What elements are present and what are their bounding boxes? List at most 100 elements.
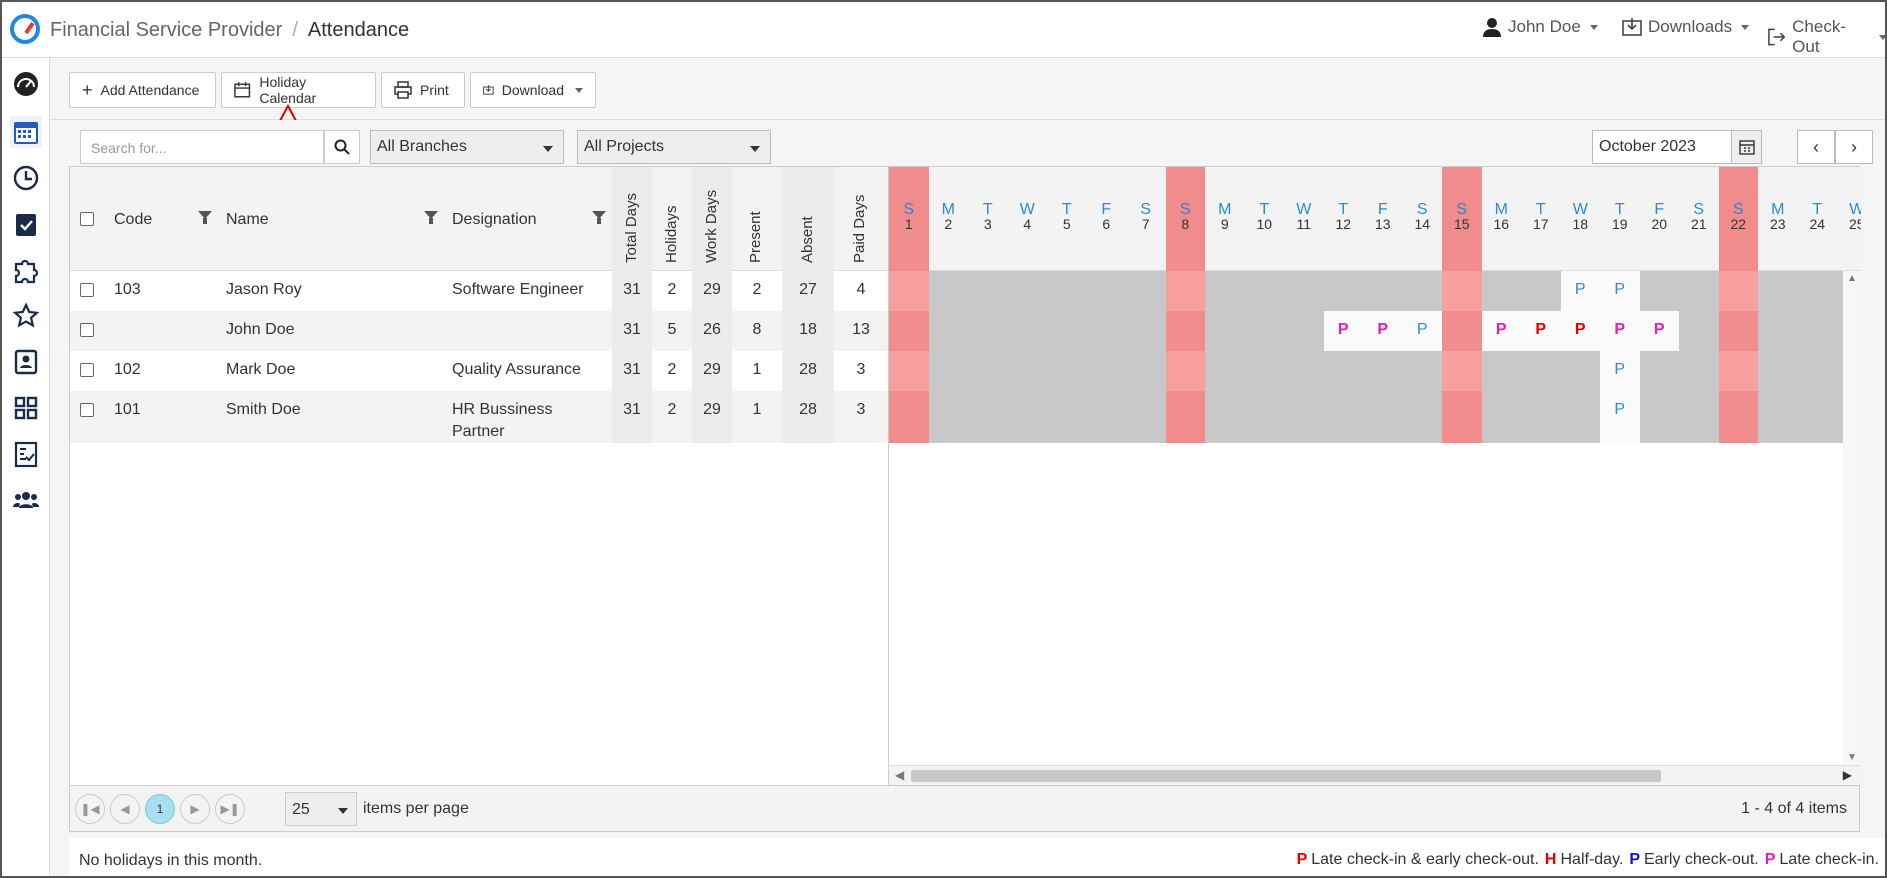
prev-month-button[interactable]: ‹	[1797, 130, 1835, 164]
day-cell[interactable]: P	[1600, 271, 1640, 311]
day-header-22[interactable]: S 22	[1718, 167, 1758, 271]
col-designation-header[interactable]: Designation	[452, 167, 612, 271]
day-header-1[interactable]: S1	[889, 167, 929, 271]
day-cell[interactable]: P	[1481, 311, 1521, 351]
day-header-2[interactable]: M2	[929, 167, 969, 271]
day-header-3[interactable]: T3	[968, 167, 1008, 271]
row-designation: Quality Assurance	[452, 361, 581, 378]
col-work-days-header[interactable]: Work Days	[692, 167, 732, 271]
col-paid-days-header[interactable]: Paid Days	[834, 167, 888, 271]
puzzle-icon[interactable]	[10, 254, 42, 286]
download-button[interactable]: Download	[470, 72, 596, 108]
next-month-button[interactable]: ›	[1835, 130, 1873, 164]
chevron-down-icon	[338, 808, 348, 814]
day-header-6[interactable]: F6	[1087, 167, 1127, 271]
day-cell[interactable]: P	[1639, 311, 1679, 351]
row-checkbox[interactable]	[80, 363, 94, 377]
col-code-header[interactable]: Code	[114, 167, 224, 271]
id-badge-icon[interactable]	[10, 346, 42, 378]
branches-select[interactable]: All Branches	[370, 130, 564, 164]
filter-icon[interactable]	[198, 211, 212, 224]
day-header-18[interactable]: W 18	[1561, 167, 1601, 271]
next-page-button[interactable]: ▶	[180, 794, 210, 824]
calendar-icon[interactable]	[10, 116, 42, 148]
day-cell[interactable]: P	[1600, 351, 1640, 391]
row-checkbox[interactable]	[80, 323, 94, 337]
scroll-up-icon[interactable]: ▲	[1847, 273, 1857, 284]
breadcrumb-app[interactable]: Financial Service Provider	[50, 19, 282, 41]
dashboard-icon[interactable]	[10, 68, 42, 100]
prev-page-button[interactable]: ◀	[110, 794, 140, 824]
task-check-icon[interactable]	[10, 208, 42, 240]
col-present-header[interactable]: Present	[732, 167, 782, 271]
table-row[interactable]: 103 Jason Roy Software Engineer 31 2 29 2 27 4	[70, 271, 888, 311]
day-header-17[interactable]: T 17	[1521, 167, 1561, 271]
filter-icon[interactable]	[592, 211, 606, 224]
day-header-23[interactable]: M 23	[1758, 167, 1798, 271]
page-button-current[interactable]: 1	[145, 794, 175, 824]
vertical-scrollbar[interactable]: ▲ ▼	[1843, 271, 1861, 765]
day-header-21[interactable]: S 21	[1679, 167, 1719, 271]
grid-apps-icon[interactable]	[10, 392, 42, 424]
day-header-12[interactable]: T 12	[1324, 167, 1364, 271]
day-header-25[interactable]: W25	[1837, 167, 1861, 271]
day-header-5[interactable]: T5	[1047, 167, 1087, 271]
day-header-7[interactable]: S7	[1126, 167, 1166, 271]
scroll-left-icon[interactable]: ◀	[895, 768, 904, 782]
table-row[interactable]: 101 Smith Doe HR Bussiness Partner 31 2 29 1 28…	[70, 391, 888, 443]
search-button[interactable]	[324, 130, 360, 164]
scrollbar-thumb[interactable]	[911, 770, 1661, 782]
first-page-button[interactable]: ❚◀	[75, 794, 105, 824]
table-row[interactable]: 102 Mark Doe Quality Assurance 31 2 29 1 28 3	[70, 351, 888, 391]
day-cell[interactable]: P	[1600, 311, 1640, 351]
checklist-icon[interactable]	[10, 438, 42, 470]
month-picker[interactable]: October 2023	[1592, 130, 1762, 164]
day-cell[interactable]: P	[1402, 311, 1442, 351]
clock-icon[interactable]	[10, 162, 42, 194]
col-name-header[interactable]: Name	[226, 167, 446, 271]
team-icon[interactable]	[10, 484, 42, 516]
app-logo-icon[interactable]	[10, 14, 40, 44]
calendar-picker-button[interactable]	[1731, 131, 1761, 163]
day-header-9[interactable]: M9	[1205, 167, 1245, 271]
user-menu[interactable]: John Doe	[1482, 17, 1598, 37]
day-header-16[interactable]: M 16	[1482, 167, 1522, 271]
add-attendance-button[interactable]: + Add Attendance	[69, 72, 216, 108]
col-holidays-header[interactable]: Holidays	[652, 167, 692, 271]
day-cell[interactable]: P	[1323, 311, 1363, 351]
day-cell[interactable]: P	[1521, 311, 1561, 351]
day-header-4[interactable]: W4	[1008, 167, 1048, 271]
search-input[interactable]: Search for...	[80, 130, 324, 164]
day-header-15[interactable]: S 15	[1442, 167, 1482, 271]
table-row[interactable]: John Doe 31 5 26 8 18 13	[70, 311, 888, 351]
row-checkbox[interactable]	[80, 403, 94, 417]
horizontal-scrollbar[interactable]: ◀ ▶	[889, 765, 1861, 785]
day-header-20[interactable]: F 20	[1640, 167, 1680, 271]
scroll-down-icon[interactable]: ▼	[1847, 752, 1857, 763]
filter-icon[interactable]	[424, 211, 438, 224]
day-cell[interactable]: P	[1560, 271, 1600, 311]
projects-select[interactable]: All Projects	[577, 130, 771, 164]
downloads-menu[interactable]: Downloads	[1622, 17, 1750, 37]
star-icon[interactable]	[10, 300, 42, 332]
scroll-right-icon[interactable]: ▶	[1843, 768, 1852, 782]
row-checkbox[interactable]	[80, 283, 94, 297]
last-page-button[interactable]: ▶❚	[215, 794, 245, 824]
day-cell[interactable]: P	[1363, 311, 1403, 351]
day-cell[interactable]: P	[1600, 391, 1640, 443]
day-header-24[interactable]: T 24	[1798, 167, 1838, 271]
print-button[interactable]: Print	[381, 72, 465, 108]
holiday-calendar-button[interactable]: Holiday Calendar	[221, 72, 376, 108]
day-header-11[interactable]: W 11	[1284, 167, 1324, 271]
select-all-checkbox[interactable]	[80, 212, 94, 226]
day-cell[interactable]: P	[1560, 311, 1600, 351]
day-header-8[interactable]: S8	[1165, 167, 1205, 271]
checkout-menu[interactable]: Check-Out	[1767, 17, 1885, 57]
col-total-days-header[interactable]: Total Days	[612, 167, 652, 271]
col-absent-header[interactable]: Absent	[782, 167, 834, 271]
day-header-10[interactable]: T 10	[1245, 167, 1285, 271]
day-header-13[interactable]: F 13	[1363, 167, 1403, 271]
per-page-select[interactable]: 25	[285, 792, 357, 826]
day-header-14[interactable]: S 14	[1403, 167, 1443, 271]
day-header-19[interactable]: T 19	[1600, 167, 1640, 271]
